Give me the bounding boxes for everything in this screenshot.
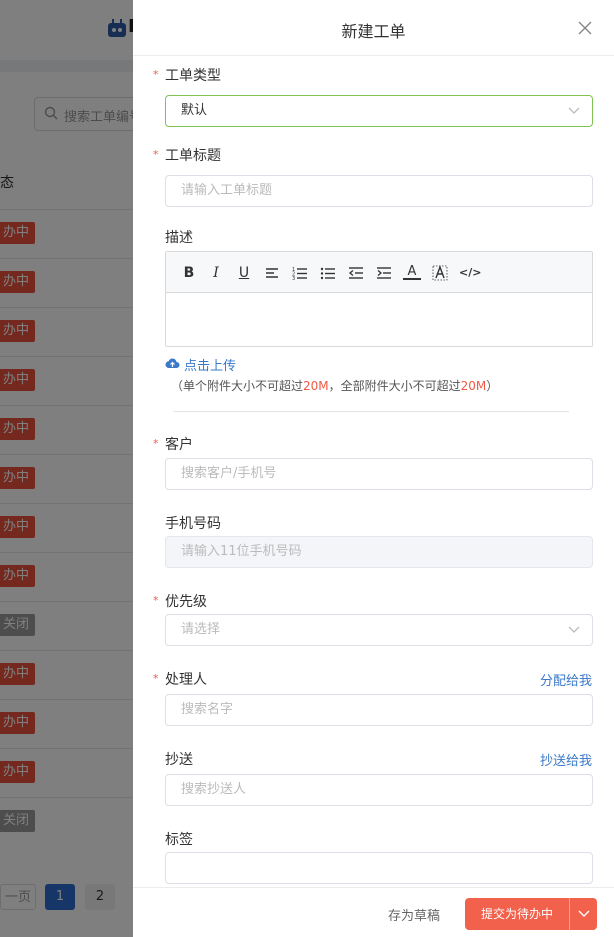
ordered-list-icon[interactable]: 123 [291, 264, 309, 282]
svg-text:3: 3 [292, 276, 295, 282]
cc-search-input[interactable]: 搜索抄送人 [165, 774, 593, 806]
upload-hint: （单个附件大小不可超过20M，全部附件大小不可超过20M） [171, 379, 499, 393]
font-color-icon[interactable]: A [403, 264, 421, 280]
submit-dropdown-button[interactable] [569, 898, 597, 930]
priority-select[interactable]: 请选择 [165, 614, 593, 646]
drawer-header: 新建工单 [133, 0, 614, 56]
handler-label: 处理人 [165, 672, 207, 688]
bullet-list-icon[interactable] [319, 264, 337, 282]
cloud-upload-icon[interactable] [165, 357, 180, 369]
required-mark: * [153, 68, 159, 81]
tags-label: 标签 [165, 832, 193, 848]
customer-search-input[interactable]: 搜索客户/手机号 [165, 458, 593, 490]
chevron-down-icon [568, 626, 580, 633]
new-ticket-drawer: 新建工单 * 工单类型 默认 * 工单标题 请输入工单标题 描述 B I U 1… [133, 0, 614, 937]
phone-input[interactable]: 请输入11位手机号码 [165, 536, 593, 568]
required-mark: * [153, 594, 159, 607]
upload-button[interactable]: 点击上传 [184, 355, 236, 374]
align-left-icon[interactable] [263, 264, 281, 282]
description-label: 描述 [165, 230, 193, 246]
editor-toolbar: B I U 123 A </> [166, 252, 592, 293]
required-mark: * [153, 148, 159, 161]
cc-to-me-link[interactable]: 抄送给我 [540, 750, 592, 769]
section-divider [173, 411, 569, 412]
description-editor[interactable]: B I U 123 A </> [165, 251, 593, 347]
code-icon[interactable]: </> [459, 264, 481, 282]
assign-to-me-link[interactable]: 分配给我 [540, 670, 592, 689]
save-draft-button[interactable]: 存为草稿 [388, 905, 440, 924]
priority-label: 优先级 [165, 594, 207, 610]
drawer-footer: 存为草稿 提交为待办中 [133, 887, 614, 937]
ticket-title-input[interactable]: 请输入工单标题 [165, 175, 593, 207]
customer-label: 客户 [165, 437, 193, 453]
background-color-icon[interactable] [431, 264, 449, 282]
ticket-title-label: 工单标题 [165, 148, 221, 164]
ticket-type-label: 工单类型 [165, 68, 221, 84]
required-mark: * [153, 437, 159, 450]
italic-icon[interactable]: I [207, 264, 225, 282]
underline-icon[interactable]: U [235, 264, 253, 282]
ticket-type-select[interactable]: 默认 [165, 95, 593, 127]
priority-placeholder: 请选择 [181, 622, 221, 637]
required-mark: * [153, 672, 159, 685]
drawer-title: 新建工单 [341, 22, 406, 41]
chevron-down-icon [578, 910, 590, 917]
ticket-type-value: 默认 [181, 103, 208, 118]
indent-icon[interactable] [375, 264, 393, 282]
bold-icon[interactable]: B [180, 264, 198, 282]
chevron-down-icon [568, 107, 580, 114]
phone-label: 手机号码 [165, 516, 221, 532]
handler-search-input[interactable]: 搜索名字 [165, 694, 593, 726]
tags-input[interactable] [165, 852, 593, 884]
outdent-icon[interactable] [347, 264, 365, 282]
submit-pending-button[interactable]: 提交为待办中 [465, 898, 569, 930]
close-icon[interactable] [578, 21, 592, 35]
cc-label: 抄送 [165, 752, 193, 768]
